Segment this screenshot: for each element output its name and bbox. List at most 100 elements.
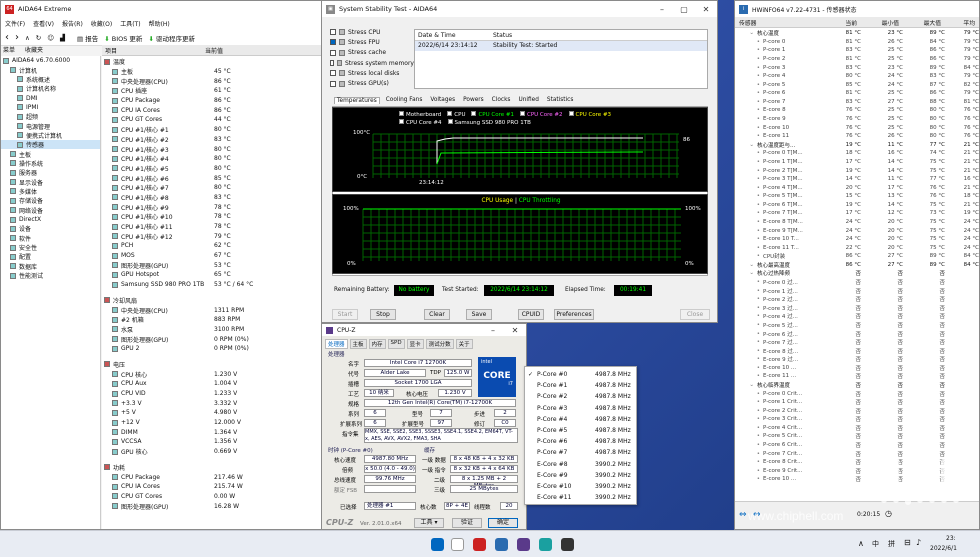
forward-icon[interactable]: › [15, 32, 19, 43]
start-button[interactable]: Start [332, 309, 358, 320]
tree-item[interactable]: 软件 [1, 234, 100, 243]
sensor-row[interactable]: PCH 62 °C [102, 241, 321, 251]
sst-tab[interactable]: Voltages [428, 97, 457, 104]
close-button[interactable]: Close [680, 309, 710, 320]
hwinfo-row[interactable]: • P-core 0 Crit... 否 否 否 [735, 389, 979, 398]
sensor-row[interactable]: 图形处理器(GPU) 53 °C [102, 260, 321, 270]
sensor-row[interactable]: VCCSA 1.356 V [102, 437, 321, 447]
menu-item[interactable]: 工具(T) [120, 19, 140, 28]
tree-item[interactable]: 服务器 [1, 168, 100, 177]
menu-item[interactable]: 帮助(H) [149, 19, 170, 28]
tree-item[interactable]: 电源管理 [1, 121, 100, 131]
menu-item[interactable]: 收藏(O) [91, 19, 112, 28]
cpuid-button[interactable]: CPUID [518, 309, 544, 320]
hwinfo-row[interactable]: • P-core 5 T[M... 15 °C 13 °C 76 °C 18 °C [735, 192, 979, 201]
col-item[interactable]: 项目 [102, 46, 205, 55]
tab-menu[interactable]: 菜单 [3, 45, 15, 56]
network-icon[interactable]: ⊟ [904, 538, 911, 547]
hwinfo-row[interactable]: • P-core 1 Crit... 否 否 否 [735, 398, 979, 407]
hwinfo-row[interactable]: ⌄ 核心临界温度 否 否 否 [735, 381, 979, 390]
hwinfo-row[interactable]: ⌄ 核心最高温度 86 °C 27 °C 89 °C 84 °C [735, 261, 979, 270]
log-row[interactable]: 2022/6/14 23:14:12 Stability Test: Start… [415, 41, 707, 51]
clock-date[interactable]: 2022/6/1 [930, 545, 957, 552]
sensor-row[interactable]: Samsung SSD 980 PRO 1TB 53 °C / 64 °C [102, 280, 321, 290]
close-icon[interactable]: ✕ [695, 5, 717, 14]
refresh-icon[interactable]: ↻ [36, 34, 41, 42]
sensor-row[interactable]: CPU #1/核心 #8 83 °C [102, 193, 321, 203]
collapse-icon[interactable]: ⌄ [735, 382, 757, 388]
cpuz-taskbar-icon[interactable] [517, 538, 530, 551]
stress-option[interactable]: Stress CPU [330, 27, 414, 37]
tree-item[interactable]: 传感器 [1, 140, 100, 150]
sensor-row[interactable]: 中央处理器(CPU) 1311 RPM [102, 305, 321, 315]
sensor-row[interactable]: 图形处理器(GPU) 16.28 W [102, 501, 321, 511]
sensor-row[interactable]: GPU Hotspot 65 °C [102, 270, 321, 280]
sensor-row[interactable]: 图形处理器(GPU) 0 RPM (0%) [102, 334, 321, 344]
hwinfo-row[interactable]: • CPU封装 86 °C 27 °C 89 °C 84 °C [735, 252, 979, 261]
hwinfo-row[interactable]: • E-core 8 76 °C 25 °C 80 °C 76 °C [735, 106, 979, 115]
hwinfo-row[interactable]: • P-core 1 83 °C 25 °C 86 °C 79 °C [735, 46, 979, 55]
hwinfo-row[interactable]: ⌄ 核心过热降频 否 否 否 [735, 269, 979, 278]
tree-item[interactable]: 配置 [1, 252, 100, 261]
hwinfo-row[interactable]: • P-core 6 T[M... 19 °C 14 °C 75 °C 21 °C [735, 201, 979, 210]
volume-icon[interactable]: ♪ [916, 538, 921, 547]
chart-icon[interactable]: ▟ [60, 34, 65, 42]
hwinfo-row[interactable]: ⌄ 核心温度 81 °C 23 °C 89 °C 79 °C [735, 29, 979, 38]
hwinfo-row[interactable]: • P-core 5 过... 否 否 否 [735, 321, 979, 330]
core-menu-item[interactable]: P-Core #1 4987.8 MHz [525, 380, 636, 391]
tree-item[interactable]: 数据库 [1, 262, 100, 271]
collapse-icon[interactable]: ⌄ [735, 270, 757, 276]
hwinfo-row[interactable]: • E-core 8 T[M... 24 °C 20 °C 75 °C 24 °C [735, 218, 979, 227]
hwinfo-row[interactable]: • P-core 1 T[M... 17 °C 14 °C 75 °C 21 °C [735, 158, 979, 167]
tree-item[interactable]: 系统概述 [1, 75, 100, 84]
hwinfo-row[interactable]: • E-core 10 76 °C 25 °C 80 °C 76 °C [735, 123, 979, 132]
tree-item[interactable]: 显示设备 [1, 177, 100, 187]
sst-tab[interactable]: Unified [516, 97, 540, 104]
sensor-row[interactable]: MOS 67 °C [102, 251, 321, 261]
clock-time[interactable]: 23: [946, 535, 956, 542]
tree-item[interactable]: 计算机名称 [1, 84, 100, 93]
hwinfo-row[interactable]: • P-core 0 T[M... 18 °C 16 °C 74 °C 21 °C [735, 149, 979, 158]
sensor-row[interactable]: CPU #1/核心 #6 85 °C [102, 173, 321, 183]
hwinfo-row[interactable]: • P-core 4 过... 否 否 否 [735, 312, 979, 321]
sensor-row[interactable]: CPU #1/核心 #7 80 °C [102, 183, 321, 193]
cpuz-tab[interactable]: 主板 [349, 339, 367, 349]
sst-tab[interactable]: Powers [461, 97, 486, 104]
hwinfo-row[interactable]: • P-core 2 81 °C 25 °C 86 °C 79 °C [735, 55, 979, 64]
sensor-row[interactable]: CPU IA Cores 86 °C [102, 105, 321, 115]
hwinfo-row[interactable]: • P-core 4 Crit... 否 否 否 [735, 424, 979, 433]
cpuz-tab[interactable]: 关于 [455, 339, 473, 349]
hwinfo-taskbar-icon[interactable] [495, 538, 508, 551]
sensor-row[interactable]: GPU 2 0 RPM (0%) [102, 344, 321, 354]
col-current[interactable]: 当前 [817, 18, 857, 27]
sensor-row[interactable]: 水泵 3100 RPM [102, 325, 321, 335]
tree-item[interactable]: AIDA64 v6.70.6000 [1, 56, 100, 65]
sst-tab[interactable]: Cooling Fans [384, 97, 425, 104]
sensor-row[interactable]: CPU 插座 61 °C [102, 86, 321, 96]
stop-button[interactable]: Stop [370, 309, 396, 320]
sensor-row[interactable]: DIMM 1.364 V [102, 427, 321, 437]
sst-tab[interactable]: Statistics [545, 97, 576, 104]
stress-option[interactable]: Stress FPU [330, 37, 414, 47]
edge-taskbar-icon[interactable] [539, 538, 552, 551]
col-min[interactable]: 最小值 [857, 18, 899, 27]
tree-item[interactable]: 性能测试 [1, 271, 100, 280]
back-icon[interactable]: ‹ [5, 32, 9, 43]
up-icon[interactable]: ∧ [25, 34, 30, 42]
sensor-row[interactable]: CPU Package 217.46 W [102, 472, 321, 482]
hwinfo-row[interactable]: • P-core 3 83 °C 23 °C 89 °C 84 °C [735, 63, 979, 72]
sensor-row[interactable]: CPU #1/核心 #5 80 °C [102, 164, 321, 174]
sst-tab[interactable]: Temperatures [334, 97, 380, 104]
sensor-row[interactable]: CPU #1/核心 #12 79 °C [102, 231, 321, 241]
hwinfo-row[interactable]: • P-core 7 T[M... 17 °C 12 °C 73 °C 19 °C [735, 209, 979, 218]
stress-option[interactable]: Stress local disks [330, 68, 414, 78]
col-datetime[interactable]: Date & Time [415, 32, 493, 39]
tools-button[interactable]: 工具 ▾ [414, 518, 444, 528]
stress-option[interactable]: Stress system memory [330, 58, 414, 68]
cpuz-close-icon[interactable]: ✕ [504, 326, 526, 335]
core-menu-item[interactable]: E-Core #10 3990.2 MHz [525, 481, 636, 492]
search-icon[interactable] [451, 538, 464, 551]
sensor-row[interactable]: CPU #1/核心 #1 80 °C [102, 125, 321, 135]
stress-option[interactable]: Stress GPU(s) [330, 78, 414, 88]
selection-select[interactable]: 处理器 #1 [364, 502, 416, 510]
